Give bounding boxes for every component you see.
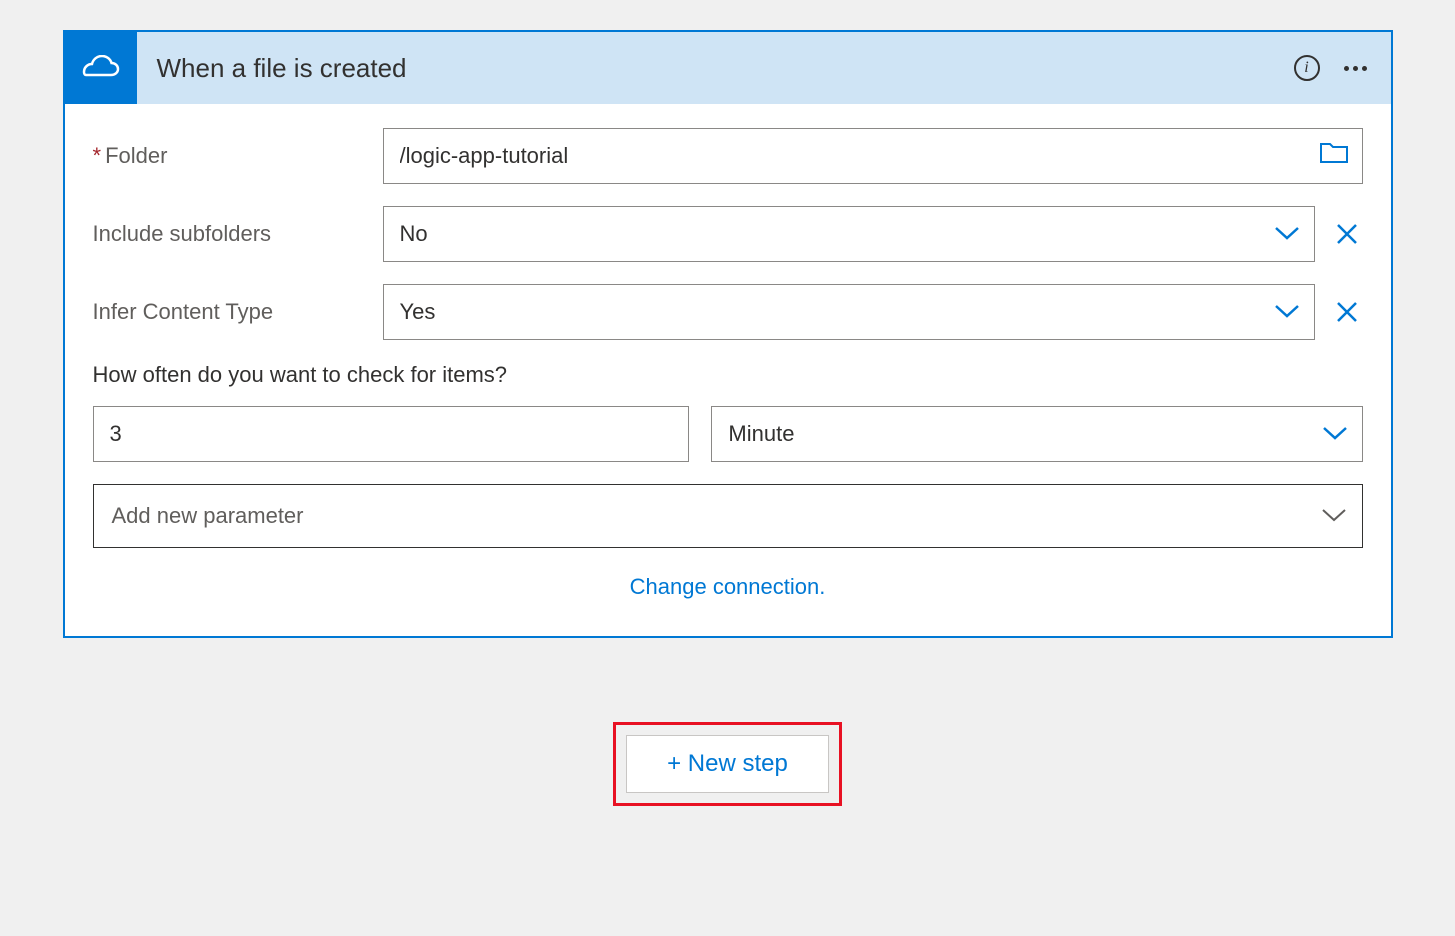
- folder-picker-icon[interactable]: [1319, 142, 1349, 170]
- infer-content-type-row: Infer Content Type Yes: [93, 284, 1363, 340]
- infer-content-type-select[interactable]: Yes: [383, 284, 1315, 340]
- infer-content-type-label: Infer Content Type: [93, 299, 383, 325]
- interval-unit-select[interactable]: Minute: [711, 406, 1362, 462]
- folder-row: *Folder: [93, 128, 1363, 184]
- include-subfolders-row: Include subfolders No: [93, 206, 1363, 262]
- trigger-header[interactable]: When a file is created: [65, 32, 1391, 104]
- trigger-body: *Folder Include subfolders No: [65, 104, 1391, 636]
- change-connection-link[interactable]: Change connection.: [630, 574, 826, 599]
- folder-label: *Folder: [93, 143, 383, 169]
- add-parameter-select[interactable]: Add new parameter: [93, 484, 1363, 548]
- include-subfolders-select[interactable]: No: [383, 206, 1315, 262]
- remove-include-subfolders-button[interactable]: [1331, 218, 1363, 250]
- info-icon[interactable]: [1294, 55, 1320, 81]
- folder-input[interactable]: [383, 128, 1363, 184]
- recurrence-label: How often do you want to check for items…: [93, 362, 1363, 388]
- remove-infer-content-type-button[interactable]: [1331, 296, 1363, 328]
- chevron-down-icon: [1320, 503, 1348, 529]
- new-step-button[interactable]: + New step: [626, 735, 829, 793]
- new-step-container: + New step: [20, 722, 1435, 806]
- trigger-card: When a file is created *Folder I: [63, 30, 1393, 638]
- trigger-title: When a file is created: [137, 53, 1294, 84]
- change-connection-row: Change connection.: [93, 574, 1363, 600]
- include-subfolders-label: Include subfolders: [93, 221, 383, 247]
- new-step-highlight: + New step: [613, 722, 842, 806]
- interval-value-input[interactable]: [93, 406, 690, 462]
- onedrive-icon: [65, 32, 137, 104]
- more-menu-icon[interactable]: [1344, 66, 1367, 71]
- recurrence-row: Minute: [93, 406, 1363, 462]
